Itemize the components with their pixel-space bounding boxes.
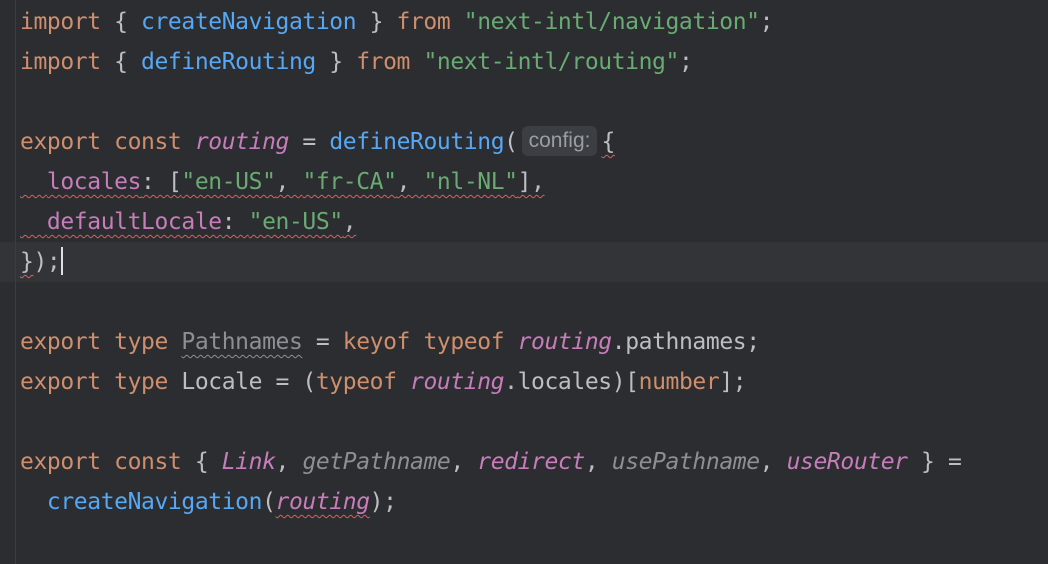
code-token: import [20, 9, 101, 35]
parameter-hint: config: [521, 126, 598, 156]
code-token: { [601, 129, 615, 155]
code-token: export [20, 369, 101, 395]
code-token: locales [46, 169, 142, 195]
code-token: typeof [423, 329, 505, 355]
code-token: Link [221, 449, 276, 475]
code-token: = [288, 129, 330, 155]
code-token: , [450, 449, 478, 475]
code-token: export [20, 449, 101, 475]
code-token: defineRouting [141, 49, 316, 75]
code-token: ; [759, 9, 774, 35]
code-token: } [20, 249, 34, 275]
code-token: Pathnames [181, 329, 303, 355]
code-token: defaultLocale [46, 209, 222, 235]
code-token: , [584, 449, 612, 475]
code-token: ); [369, 489, 397, 515]
code-editor[interactable]: import { createNavigation } from "next-i… [0, 0, 1048, 564]
indent-guide [15, 0, 16, 564]
code-token: routing [275, 489, 371, 515]
code-token: usePathname [611, 449, 760, 475]
code-token: { [181, 449, 222, 475]
code-line[interactable]: defaultLocale: "en-US", [20, 202, 357, 242]
code-token: } [356, 9, 397, 35]
current-line-highlight [0, 242, 1048, 282]
code-line[interactable]: locales: ["en-US", "fr-CA", "nl-NL"], [20, 162, 545, 202]
code-token: number [638, 369, 720, 395]
code-token: , [759, 449, 787, 475]
code-token: "en-US" [181, 169, 276, 195]
code-token: ; [678, 49, 693, 75]
code-token: "next-intl/routing" [423, 49, 679, 75]
code-token: ); [33, 249, 61, 275]
code-token: const [114, 129, 182, 155]
code-token: "nl-NL" [423, 169, 518, 195]
code-token: type [114, 329, 168, 355]
code-token: : [221, 209, 249, 235]
code-line[interactable]: export type Pathnames = keyof typeof rou… [20, 322, 760, 362]
code-token: { [100, 9, 142, 35]
code-line[interactable]: export const { Link, getPathname, redire… [20, 442, 962, 482]
code-token: const [114, 449, 182, 475]
code-token: "next-intl/navigation" [463, 9, 760, 35]
code-token: .pathnames; [611, 329, 760, 355]
code-line[interactable]: import { createNavigation } from "next-i… [20, 2, 773, 42]
code-token: routing [410, 369, 505, 395]
code-token: defineRouting [329, 129, 505, 155]
text-cursor [61, 247, 64, 275]
code-token: useRouter [786, 449, 908, 475]
code-token: , [342, 209, 357, 235]
code-token: from [396, 9, 451, 35]
code-token: createNavigation [46, 489, 263, 515]
code-token: , [275, 169, 303, 195]
code-token: "fr-CA" [302, 169, 397, 195]
code-token: routing [517, 329, 613, 355]
code-token: = [302, 329, 343, 355]
code-token: } [315, 49, 357, 75]
code-line[interactable]: }); [20, 242, 64, 282]
code-token: routing [194, 129, 290, 155]
code-token: export [20, 129, 101, 155]
code-token: import [20, 49, 101, 75]
code-line[interactable]: import { defineRouting } from "next-intl… [20, 42, 693, 82]
code-token: .locales)[ [504, 369, 639, 395]
code-token: export [20, 329, 101, 355]
code-token: getPathname [302, 449, 451, 475]
code-token: ], [517, 169, 545, 195]
code-token: , [396, 169, 424, 195]
code-token: Locale = ( [167, 369, 316, 395]
code-token: redirect [477, 449, 585, 475]
code-token: ]; [719, 369, 747, 395]
code-token: keyof [342, 329, 411, 355]
code-token: createNavigation [141, 9, 357, 35]
code-token: : [ [141, 169, 182, 195]
code-line[interactable]: export type Locale = (typeof routing.loc… [20, 362, 747, 402]
code-token: from [356, 49, 410, 75]
code-line[interactable]: export const routing = defineRouting(con… [20, 122, 615, 162]
code-token: { [100, 49, 142, 75]
code-token: typeof [315, 369, 397, 395]
code-token: , [275, 449, 303, 475]
code-token: ( [262, 489, 276, 515]
code-token: type [114, 369, 168, 395]
code-token: } = [907, 449, 962, 475]
code-token: ( [504, 129, 518, 155]
code-token: "en-US" [248, 209, 344, 235]
code-line[interactable]: createNavigation(routing); [20, 482, 397, 522]
